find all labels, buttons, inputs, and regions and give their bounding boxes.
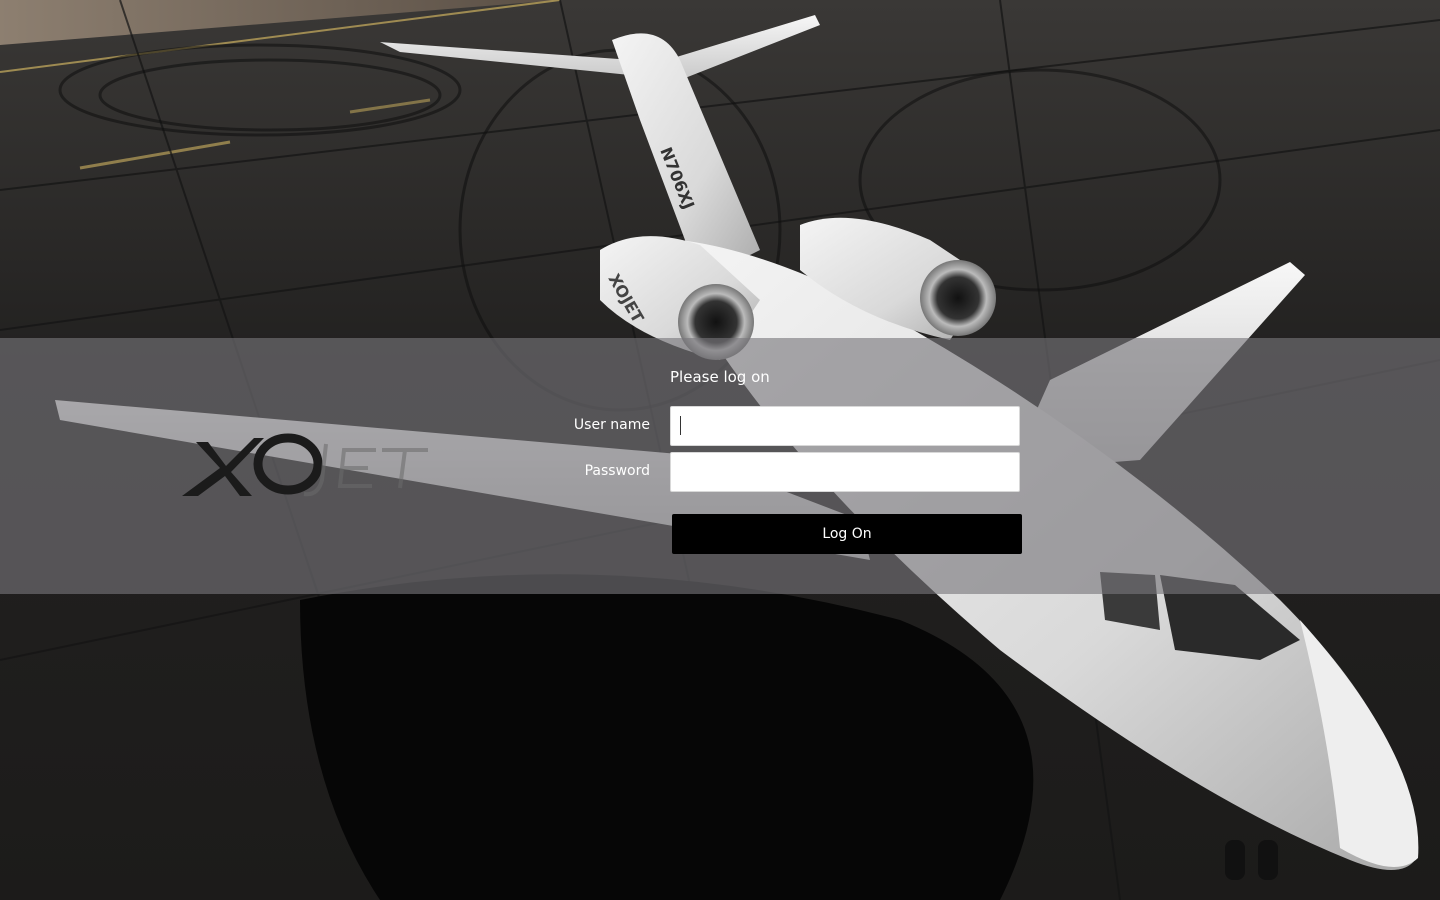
text-cursor xyxy=(680,416,681,435)
password-label: Password xyxy=(584,463,650,479)
login-page: N706XJ XOJET Please log on User name Pas… xyxy=(0,0,1440,900)
xojet-logo-icon xyxy=(182,433,428,497)
login-title: Please log on xyxy=(670,368,770,386)
username-label: User name xyxy=(573,417,650,433)
password-input[interactable] xyxy=(670,452,1020,492)
log-on-button[interactable]: Log On xyxy=(672,514,1022,554)
username-input[interactable] xyxy=(670,406,1020,446)
